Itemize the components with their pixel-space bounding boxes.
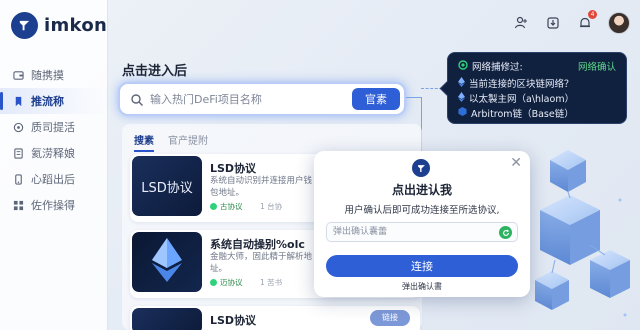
ethereum-icon — [458, 76, 465, 90]
card-tag-label: 迈协议 — [220, 278, 243, 287]
logo-icon — [412, 159, 430, 177]
connect-button[interactable]: 连接 — [326, 255, 518, 277]
network-tooltip-title: 网络捕修过: — [458, 59, 523, 73]
card-description: 金融大师，固此精于解析地址。 — [210, 252, 313, 274]
card-meta: 1 苦书 — [260, 278, 283, 287]
connect-modal: ✕ 点出进认我 用户确认后即可成功连接至所选协议, 连接 弹出确认書 — [314, 151, 530, 297]
page-title: 点击进入后 — [122, 64, 188, 79]
card-meta: 1 台协 — [260, 202, 283, 211]
card-tag-label: 古协议 — [220, 202, 243, 211]
network-line: 以太製主网（a\hlaom） — [458, 91, 574, 105]
sidebar-item-records[interactable]: 氦涝释娘 — [0, 140, 108, 166]
topbar: 4 — [512, 10, 630, 34]
search-icon — [130, 92, 144, 106]
logo-icon — [11, 12, 38, 39]
coin-icon — [12, 121, 24, 133]
network-line-text: 以太製主网（a\hlaom） — [469, 94, 575, 105]
list-tabs: 搜素 官产提附 — [134, 132, 208, 152]
bookmark-icon — [12, 95, 24, 107]
network-line-text: 当前连接的区块链网络？ — [469, 79, 574, 90]
sidebar-item-label: 随携摸 — [31, 69, 64, 82]
tab-search[interactable]: 搜素 — [134, 132, 154, 152]
download-icon[interactable] — [544, 14, 562, 32]
sidebar-item-label: 佐作操得 — [31, 199, 75, 212]
arbitrum-icon — [458, 107, 467, 119]
network-line-text: Arbitrom链（Base链） — [471, 109, 574, 120]
modal-title: 点出进认我 — [391, 183, 452, 197]
sidebar: imkon 随携摸 推流称 质司提活 氦涝释娘 心蹈出后 佐作操得 — [0, 0, 108, 330]
sidebar-item-recommend[interactable]: 推流称 — [0, 88, 108, 114]
sidebar-item-label: 心蹈出后 — [31, 173, 75, 186]
modal-footer-text: 弹出确认書 — [402, 282, 442, 291]
search-bar: 官素 — [118, 82, 406, 116]
card-description: 系统自动识别并连接用户钱包地址。 — [210, 176, 313, 198]
network-tooltip: 网络捕修过: 网络确认 当前连接的区块链网络？ 以太製主网（a\hlaom） A… — [447, 52, 627, 124]
card-thumbnail-label: LSD协议 — [141, 180, 193, 196]
confirm-input[interactable] — [333, 225, 493, 239]
wallet-icon — [12, 69, 24, 81]
list-item[interactable]: LSD协议 链接 — [130, 306, 420, 330]
card-thumbnail — [132, 308, 202, 330]
person-plus-icon[interactable] — [512, 14, 530, 32]
card-thumbnail — [132, 232, 202, 292]
connect-pill-button[interactable]: 链接 — [370, 310, 410, 326]
network-status-icon — [458, 59, 468, 73]
brand-name: imkon — [44, 15, 108, 36]
sidebar-item-operations[interactable]: 佐作操得 — [0, 192, 108, 218]
document-icon — [12, 147, 24, 159]
network-tooltip-title-text: 网络捕修过: — [472, 62, 523, 73]
modal-description: 用户确认后即可成功连接至所选协议, — [344, 205, 500, 216]
refresh-icon[interactable] — [499, 226, 512, 239]
bell-icon[interactable]: 4 — [576, 10, 597, 32]
card-thumbnail: LSD协议 — [132, 156, 202, 216]
sidebar-nav: 随携摸 推流称 质司提活 氦涝释娘 心蹈出后 佐作操得 — [0, 62, 108, 218]
card-tag: 古协议 — [210, 201, 243, 212]
logo[interactable]: imkon — [11, 12, 107, 39]
connector-line — [406, 97, 421, 98]
sidebar-item-help[interactable]: 心蹈出后 — [0, 166, 108, 192]
app-root: imkon 随携摸 推流称 质司提活 氦涝释娘 心蹈出后 佐作操得 4 点击进入… — [0, 0, 640, 330]
close-icon[interactable]: ✕ — [510, 155, 522, 171]
card-title: LSD协议 — [210, 162, 257, 175]
network-confirm-label[interactable]: 网络确认 — [578, 59, 616, 73]
status-dot-icon — [210, 279, 217, 286]
ethereum-icon — [152, 238, 182, 286]
avatar[interactable] — [608, 12, 630, 34]
card-tag: 迈协议 — [210, 277, 243, 288]
tab-official[interactable]: 官产提附 — [168, 132, 208, 152]
notification-badge: 4 — [588, 10, 597, 19]
card-title: LSD协议 — [210, 314, 257, 327]
search-input[interactable] — [150, 89, 350, 109]
phone-icon — [12, 173, 24, 185]
search-button[interactable]: 官素 — [352, 88, 400, 110]
grid-icon — [12, 199, 24, 211]
ethereum-icon — [458, 91, 465, 105]
sidebar-item-label: 氦涝释娘 — [31, 147, 75, 160]
sidebar-item-assets[interactable]: 质司提活 — [0, 114, 108, 140]
sidebar-item-wallet[interactable]: 随携摸 — [0, 62, 108, 88]
network-line: 当前连接的区块链网络？ — [458, 76, 574, 90]
status-dot-icon — [210, 203, 217, 210]
sidebar-item-label: 推流称 — [31, 95, 64, 108]
sidebar-item-label: 质司提活 — [31, 121, 75, 134]
confirm-field — [326, 222, 518, 242]
network-line: Arbitrom链（Base链） — [458, 106, 574, 120]
card-title: 系统自动操别%olc — [210, 238, 305, 251]
